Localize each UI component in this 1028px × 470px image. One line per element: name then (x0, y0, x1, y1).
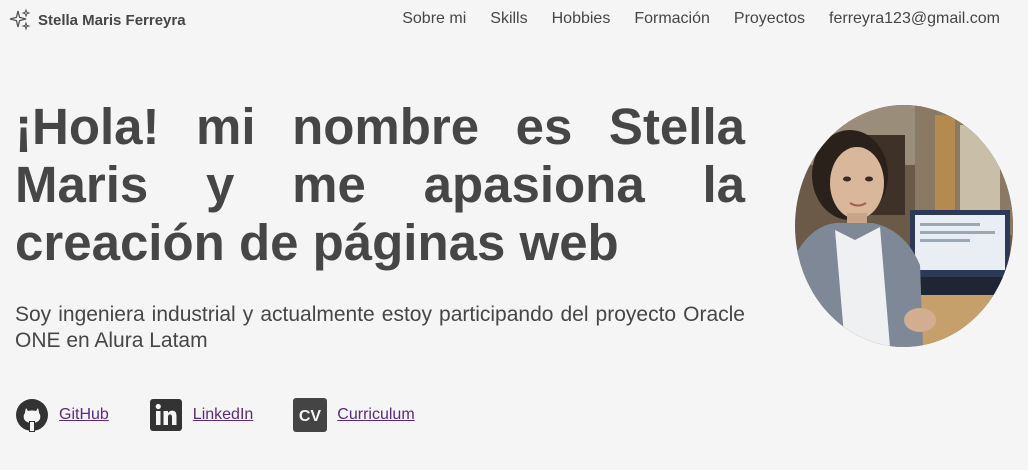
site-header: Stella Maris Ferreyra Sobre mi Skills Ho… (0, 0, 1028, 40)
nav-link-email[interactable]: ferreyra123@gmail.com (829, 10, 1000, 28)
cv-icon[interactable]: CV (293, 398, 328, 432)
brand-name: Stella Maris Ferreyra (38, 11, 186, 29)
main-nav: Sobre mi Skills Hobbies Formación Proyec… (402, 10, 1000, 28)
social-links: GitHub LinkedIn CV Curriculum (15, 398, 455, 432)
nav-link-sobre-mi[interactable]: Sobre mi (402, 10, 466, 28)
github-link-item: GitHub (15, 398, 109, 432)
hero-title: ¡Hola! mi nombre es Stella Maris y me ap… (15, 98, 745, 271)
curriculum-link-item: CV Curriculum (293, 398, 415, 432)
curriculum-link[interactable]: Curriculum (337, 406, 414, 424)
svg-text:CV: CV (299, 408, 322, 425)
profile-photo (795, 105, 1013, 347)
github-icon[interactable] (15, 398, 49, 432)
nav-link-proyectos[interactable]: Proyectos (734, 10, 805, 28)
nav-link-skills[interactable]: Skills (490, 10, 527, 28)
linkedin-link-item: LinkedIn (149, 398, 254, 432)
hero-subtitle: Soy ingeniera industrial y actualmente e… (15, 303, 745, 352)
nav-link-formacion[interactable]: Formación (634, 10, 710, 28)
sparkles-icon (8, 8, 32, 32)
linkedin-icon[interactable] (149, 398, 183, 432)
linkedin-link[interactable]: LinkedIn (193, 406, 254, 424)
brand[interactable]: Stella Maris Ferreyra (8, 8, 186, 32)
nav-link-hobbies[interactable]: Hobbies (552, 10, 611, 28)
github-link[interactable]: GitHub (59, 406, 109, 424)
